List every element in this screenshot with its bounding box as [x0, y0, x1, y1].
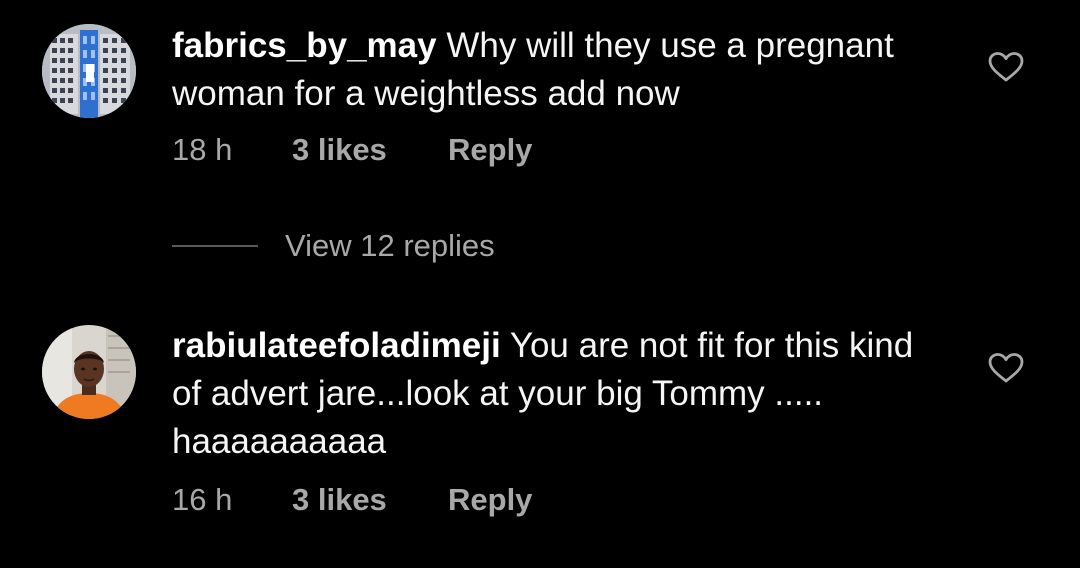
- comment-username[interactable]: rabiulateefoladimeji: [172, 326, 501, 365]
- avatar[interactable]: [42, 325, 136, 419]
- reply-button[interactable]: Reply: [448, 482, 532, 518]
- reply-button[interactable]: Reply: [448, 132, 532, 168]
- comments-list: fabrics_by_may Why will they use a pregn…: [0, 0, 1080, 568]
- comment-text: rabiulateefoladimeji You are not fit for…: [172, 322, 952, 466]
- comment-likes[interactable]: 3 likes: [292, 132, 448, 168]
- like-heart-icon[interactable]: [988, 51, 1024, 83]
- person-avatar-icon: [42, 325, 136, 419]
- comment-meta: 16 h 3 likes Reply: [172, 482, 532, 518]
- view-replies-label: View 12 replies: [285, 228, 495, 263]
- replies-divider: [172, 245, 258, 247]
- comment-time: 16 h: [172, 482, 233, 517]
- like-heart-icon[interactable]: [988, 352, 1024, 384]
- comment-meta: 18 h 3 likes Reply: [172, 132, 532, 168]
- comment-likes[interactable]: 3 likes: [292, 482, 448, 518]
- comment-time: 18 h: [172, 132, 233, 167]
- comment-text: fabrics_by_may Why will they use a pregn…: [172, 22, 952, 118]
- view-replies-button[interactable]: View 12 replies: [172, 228, 495, 264]
- building-avatar-icon: [42, 24, 136, 118]
- avatar[interactable]: [42, 24, 136, 118]
- comment-username[interactable]: fabrics_by_may: [172, 26, 437, 65]
